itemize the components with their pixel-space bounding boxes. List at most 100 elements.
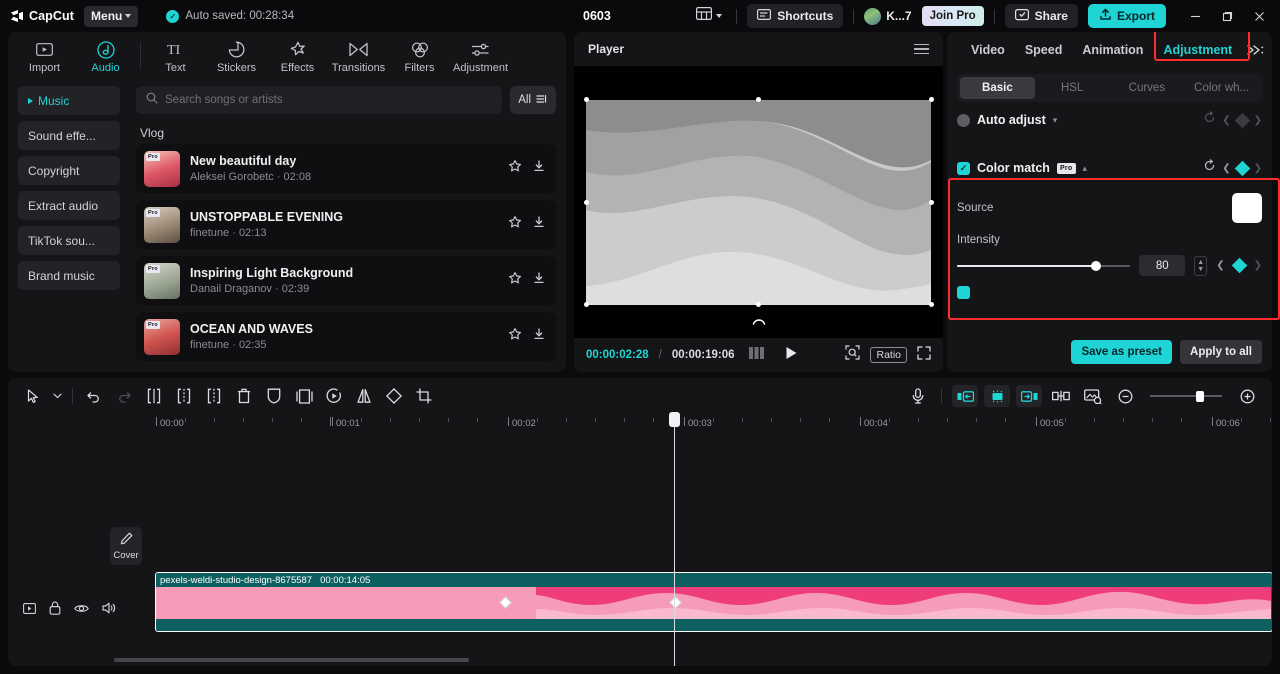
prev-keyframe-icon[interactable]: ❮ [1216,260,1224,271]
next-keyframe-icon[interactable]: ❯ [1254,260,1262,271]
tab-adjustment[interactable]: Adjustment [1153,43,1242,57]
freeze-icon[interactable] [259,383,289,409]
filter-button[interactable]: All [510,86,556,114]
rotate-handle-icon[interactable] [751,313,767,329]
resize-handle-top-left[interactable] [583,97,589,102]
zoom-fit-icon[interactable] [845,345,861,365]
crop-frame-icon[interactable] [289,383,319,409]
sub-tab-curves[interactable]: Curves [1110,77,1185,99]
tab-filters[interactable]: Filters [391,36,448,74]
category-music[interactable]: Music [18,86,120,115]
zoom-out-icon[interactable] [1110,383,1140,409]
category-brand-music[interactable]: Brand music [18,261,120,290]
list-item[interactable]: Pro OCEAN AND WAVES finetune · 02:35 [136,312,556,361]
download-icon[interactable] [532,271,546,290]
horizontal-scrollbar[interactable] [114,658,469,662]
chevron-up-icon[interactable]: ▴ [1083,163,1088,174]
cover-button[interactable]: Cover [110,527,142,565]
tab-import[interactable]: Import [16,36,73,74]
prev-keyframe-icon[interactable]: ❮ [1222,163,1230,174]
download-icon[interactable] [532,327,546,346]
favorite-star-icon[interactable] [508,271,522,290]
next-keyframe-icon[interactable]: ❯ [1254,163,1262,174]
favorite-star-icon[interactable] [508,159,522,178]
tab-adjustment[interactable]: Adjustment [452,36,509,74]
category-tiktok-sounds[interactable]: TikTok sou... [18,226,120,255]
color-match-row[interactable]: ✓ Color match Pro ▴ ❮ ❯ [957,150,1262,186]
intensity-slider[interactable] [957,260,1131,271]
rotate-icon[interactable] [379,383,409,409]
next-section-toggle[interactable] [957,285,970,299]
trim-left-icon[interactable] [169,383,199,409]
keyframe-diamond-icon[interactable] [1231,257,1247,274]
menu-button[interactable]: Menu [84,5,139,27]
frames-icon[interactable] [748,346,767,364]
intensity-stepper[interactable]: ▲ ▼ [1194,255,1208,276]
tab-speed[interactable]: Speed [1015,43,1073,57]
zoom-slider[interactable] [1150,391,1222,402]
chevron-down-icon[interactable]: ▾ [1053,115,1058,126]
tab-stickers[interactable]: Stickers [208,36,265,74]
reset-icon[interactable] [1203,159,1216,177]
trim-right-icon[interactable] [199,383,229,409]
list-item[interactable]: Pro Inspiring Light Background Danail Dr… [136,256,556,305]
sub-tab-color-wheels[interactable]: Color wh... [1184,77,1259,99]
playhead-handle[interactable] [669,412,680,427]
category-copyright[interactable]: Copyright [18,156,120,185]
playhead[interactable] [669,412,680,666]
lock-icon[interactable] [49,600,61,620]
select-tool-icon[interactable] [18,383,48,409]
maximize-button[interactable] [1212,2,1242,30]
tab-video[interactable]: Video [961,43,1015,57]
tab-effects[interactable]: Effects [269,36,326,74]
search-input[interactable] [165,94,493,106]
speaker-icon[interactable] [102,601,116,619]
share-button[interactable]: Share [1004,4,1078,28]
search-box[interactable] [136,86,503,114]
resize-handle-bottom-right[interactable] [928,302,934,307]
resize-handle-top-center[interactable] [756,97,761,102]
timeline-clip[interactable]: pexels-weldi-studio-design-8675587 00:00… [155,572,1272,632]
project-name[interactable]: 0603 [583,9,611,23]
resize-handle-top-right[interactable] [928,97,934,102]
close-button[interactable] [1244,2,1274,30]
sub-tab-basic[interactable]: Basic [960,77,1035,99]
tab-audio[interactable]: Audio [77,36,134,74]
fullscreen-icon[interactable] [917,345,931,365]
next-keyframe-icon[interactable]: ❯ [1254,115,1262,126]
category-extract-audio[interactable]: Extract audio [18,191,120,220]
resize-handle-right[interactable] [928,199,934,205]
play-button[interactable] [785,346,798,365]
minimize-button[interactable] [1180,2,1210,30]
snap-right-icon[interactable] [1016,385,1042,407]
crop-icon[interactable] [409,383,439,409]
microphone-icon[interactable] [903,383,933,409]
resize-handle-left[interactable] [583,199,589,205]
thumbnail-icon[interactable] [1078,383,1108,409]
favorite-star-icon[interactable] [508,327,522,346]
auto-snap-icon[interactable] [984,385,1010,407]
reverse-icon[interactable] [319,383,349,409]
user-account[interactable]: K...7 [864,7,912,25]
download-icon[interactable] [532,215,546,234]
save-as-preset-button[interactable]: Save as preset [1071,340,1173,364]
eye-icon[interactable] [74,601,89,619]
snap-left-icon[interactable] [952,385,978,407]
intensity-slider-knob[interactable] [1090,260,1101,271]
favorite-star-icon[interactable] [508,215,522,234]
resize-handle-bottom-left[interactable] [583,302,589,307]
ratio-button[interactable]: Ratio [870,347,907,363]
layout-button[interactable] [692,4,726,28]
player-menu-icon[interactable] [914,43,929,55]
tab-animation[interactable]: Animation [1072,43,1153,57]
color-match-toggle[interactable]: ✓ [957,161,970,175]
sub-tab-hsl[interactable]: HSL [1035,77,1110,99]
source-color-swatch[interactable] [1232,193,1262,223]
join-pro-button[interactable]: Join Pro [921,6,984,26]
resize-handle-bottom-center[interactable] [756,302,761,307]
auto-adjust-row[interactable]: Auto adjust ▾ ❮ ❯ [957,102,1262,138]
redo-icon[interactable] [109,383,139,409]
prev-keyframe-icon[interactable]: ❮ [1222,115,1230,126]
keyframe-diamond-icon[interactable] [1234,112,1250,128]
intensity-value[interactable]: 80 [1139,255,1186,276]
